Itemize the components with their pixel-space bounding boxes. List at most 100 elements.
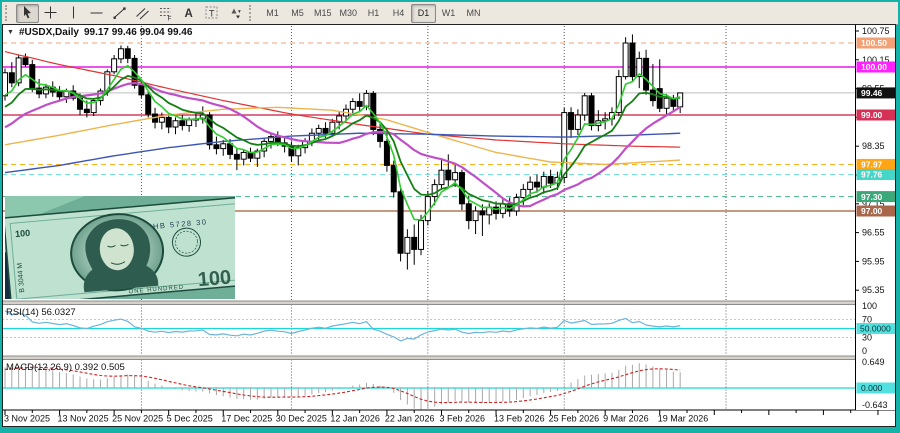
svg-text:100: 100 xyxy=(197,266,232,291)
bull-candle xyxy=(173,121,178,127)
pane-separator[interactable] xyxy=(2,356,896,360)
svg-text:F: F xyxy=(168,16,172,22)
text-tool-button[interactable]: A xyxy=(177,4,200,23)
vertical-line-tool-button[interactable] xyxy=(62,4,85,23)
bear-candle xyxy=(84,109,89,112)
collapse-triangle-icon[interactable]: ▼ xyxy=(7,29,14,36)
cursor-tool-button[interactable] xyxy=(16,4,39,23)
date-label: 12 Jan 2026 xyxy=(330,414,380,424)
toolbar: F A T ▾ M1M5M15M30H1H4D1W1MN xyxy=(2,2,898,25)
bear-candle xyxy=(412,237,417,249)
rsi-mid-badge: 50.0000 xyxy=(857,323,896,334)
bull-candle xyxy=(664,98,669,108)
svg-text:100.50: 100.50 xyxy=(861,38,887,48)
timeframe-w1-button[interactable]: W1 xyxy=(436,4,461,23)
price-badge-97.00: 97.00 xyxy=(857,206,896,217)
timeframe-m5-button[interactable]: M5 xyxy=(285,4,310,23)
bear-candle xyxy=(139,85,144,95)
equidistant-channel-icon xyxy=(137,9,149,20)
timeframe-h4-button[interactable]: H4 xyxy=(386,4,411,23)
bull-candle xyxy=(528,182,533,189)
bear-candle xyxy=(30,65,35,89)
text-label-icon: T xyxy=(206,7,217,19)
price-badge-99.00: 99.00 xyxy=(857,110,896,121)
bull-candle xyxy=(419,221,424,250)
bull-candle xyxy=(364,93,369,106)
bear-candle xyxy=(630,43,635,77)
date-label: 25 Nov 2025 xyxy=(112,414,163,424)
timeframe-m30-button[interactable]: M30 xyxy=(336,4,362,23)
bear-candle xyxy=(166,117,171,127)
bull-candle xyxy=(112,59,117,72)
bear-candle xyxy=(548,176,553,183)
arrows-tool-button[interactable]: ▾ xyxy=(223,4,246,23)
timeframe-m1-button[interactable]: M1 xyxy=(260,4,285,23)
price-chart-svg[interactable]: 100100HB 5728 30B 3044 MONE HUNDREDRSI(1… xyxy=(2,24,896,427)
date-label: 25 Feb 2026 xyxy=(549,414,600,424)
price-badge-97.97: 97.97 xyxy=(857,159,896,170)
timeframe-mn-button[interactable]: MN xyxy=(461,4,486,23)
price-badge-100.00: 100.00 xyxy=(857,62,896,73)
macd-label: MACD(12,26,9) 0.392 0.505 xyxy=(6,362,125,373)
text-icon: A xyxy=(185,8,193,20)
bear-candle xyxy=(23,58,28,65)
price-badge-99.46: 99.46 xyxy=(857,87,896,98)
price-tick-label: 98.35 xyxy=(862,141,885,151)
drawing-tools-group: F A T ▾ xyxy=(16,4,246,23)
bull-candle xyxy=(439,170,444,184)
svg-text:▾: ▾ xyxy=(238,9,241,15)
bear-candle xyxy=(644,58,649,90)
svg-text:T: T xyxy=(209,9,215,19)
bear-candle xyxy=(9,73,14,83)
svg-text:100.00: 100.00 xyxy=(861,62,887,72)
bear-candle xyxy=(446,170,451,180)
bear-candle xyxy=(214,145,219,149)
bull-candle xyxy=(575,115,580,129)
bear-candle xyxy=(398,192,403,253)
crosshair-icon xyxy=(45,7,57,19)
bull-candle xyxy=(187,120,192,126)
arrows-icon: ▾ xyxy=(232,9,242,19)
toolbar-grip[interactable] xyxy=(5,5,12,21)
price-axis[interactable]: 100.75100.1599.5598.9598.3597.7597.1596.… xyxy=(855,24,896,410)
bear-candle xyxy=(589,96,594,126)
toolbar-grip-2[interactable] xyxy=(249,5,256,21)
text-label-tool-button[interactable]: T xyxy=(200,4,223,23)
chart-area[interactable]: ▼ #USDX,Daily 99.17 99.46 99.04 99.46 10… xyxy=(2,24,896,427)
price-badge-100.50: 100.50 xyxy=(857,38,896,49)
bear-candle xyxy=(384,141,389,165)
fibonacci-tool-button[interactable]: F xyxy=(154,4,177,23)
svg-text:97.30: 97.30 xyxy=(861,192,883,202)
price-badge-97.30: 97.30 xyxy=(857,191,896,202)
svg-text:100: 100 xyxy=(15,228,31,239)
timeframe-m15-button[interactable]: M15 xyxy=(310,4,336,23)
terminal-window: F A T ▾ M1M5M15M30H1H4D1W1MN ▼ #USDX,Daily … xyxy=(0,0,900,433)
timeframe-group: M1M5M15M30H1H4D1W1MN xyxy=(260,4,486,23)
bull-candle xyxy=(3,73,8,96)
date-label: 5 Dec 2025 xyxy=(167,414,213,424)
horizontal-line-tool-button[interactable] xyxy=(85,4,108,23)
bear-candle xyxy=(234,154,239,159)
trendline-tool-button[interactable] xyxy=(108,4,131,23)
bull-candle xyxy=(118,49,123,59)
svg-text:0.000: 0.000 xyxy=(861,383,883,393)
timeframe-h1-button[interactable]: H1 xyxy=(361,4,386,23)
svg-text:50.0000: 50.0000 xyxy=(860,324,891,334)
price-badge-97.76: 97.76 xyxy=(857,169,896,180)
trendline-icon xyxy=(114,7,126,19)
equidistant-channel-tool-button[interactable] xyxy=(131,4,154,23)
crosshair-tool-button[interactable] xyxy=(39,4,62,23)
pane-separator[interactable] xyxy=(2,301,896,305)
svg-text:A: A xyxy=(185,8,193,20)
bull-candle xyxy=(678,93,683,107)
svg-text:99.46: 99.46 xyxy=(861,88,883,98)
price-tick-label: 95.95 xyxy=(862,256,885,266)
rsi-label: RSI(14) 56.0327 xyxy=(6,307,76,318)
price-tick-label: 96.55 xyxy=(862,228,885,238)
macd-zero-badge: 0.000 xyxy=(857,383,896,394)
timeframe-d1-button[interactable]: D1 xyxy=(411,4,436,23)
ohlc-values: 99.17 99.46 99.04 99.46 xyxy=(84,27,192,38)
bull-candle xyxy=(43,87,48,94)
date-label: 13 Nov 2025 xyxy=(58,414,109,424)
date-label: 3 Feb 2026 xyxy=(439,414,485,424)
